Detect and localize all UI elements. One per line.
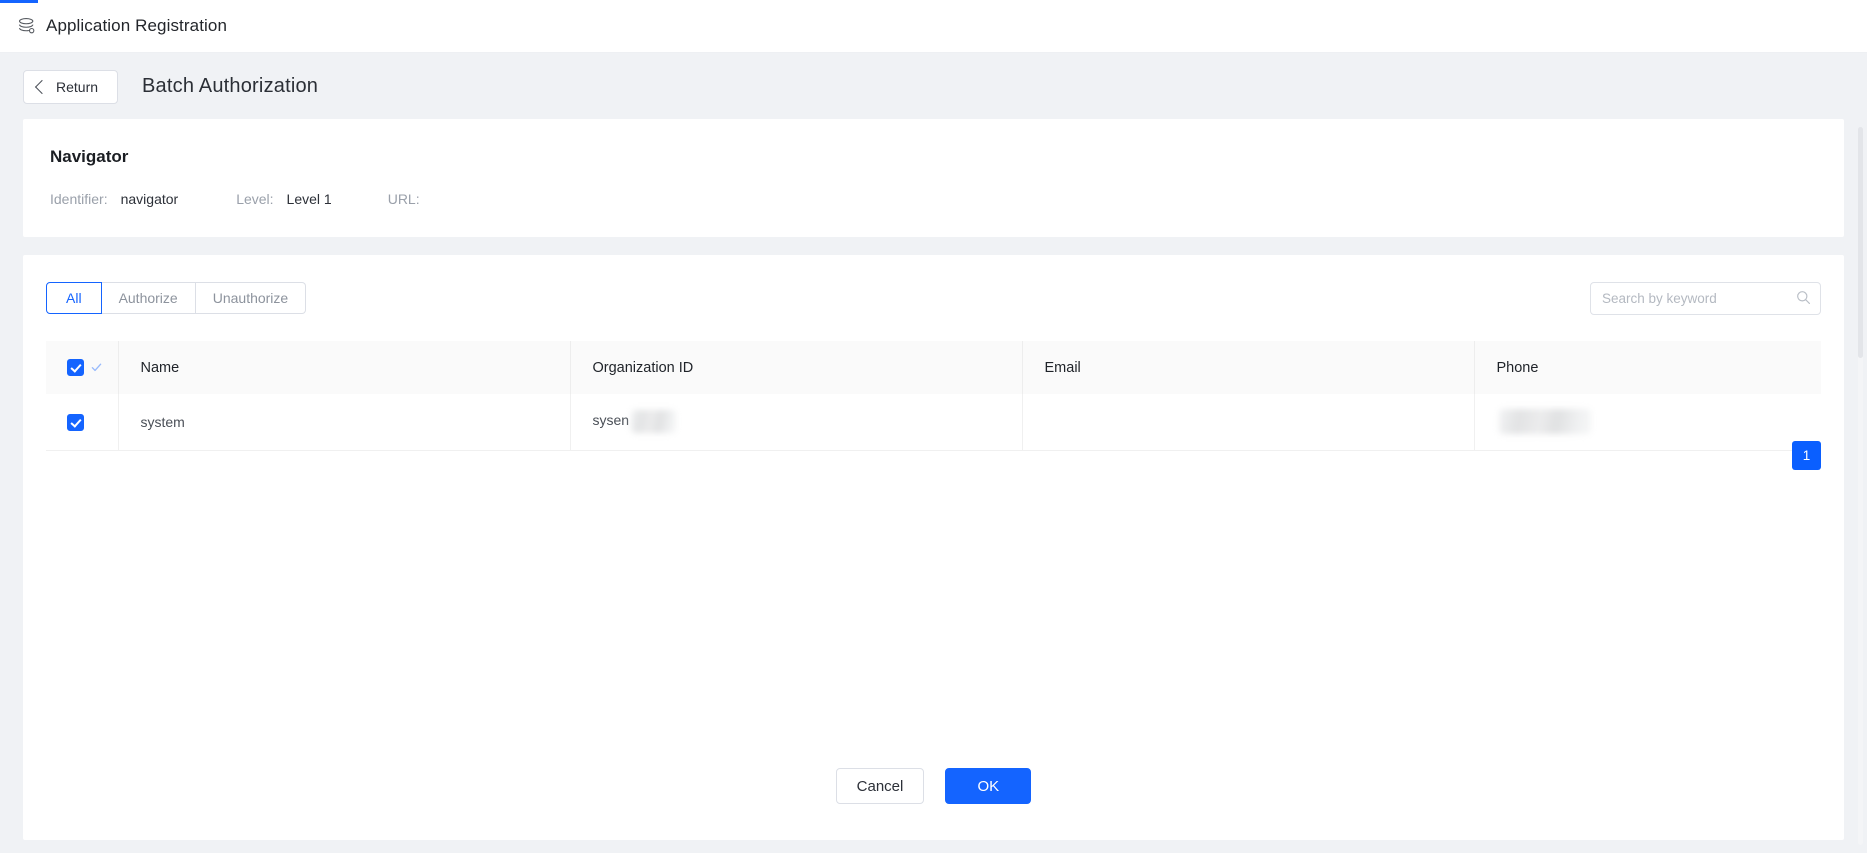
- pagination: 1: [1792, 441, 1821, 470]
- level-value: Level 1: [286, 191, 332, 207]
- column-header-email[interactable]: Email: [1022, 341, 1475, 394]
- cancel-button[interactable]: Cancel: [835, 768, 925, 804]
- cell-organization-id-text: sysen: [592, 412, 630, 429]
- select-all-checkbox[interactable]: [67, 359, 84, 376]
- content-scroll-area: Navigator Identifier: navigator Level: L…: [0, 119, 1867, 853]
- level-label: Level:: [236, 191, 274, 207]
- column-header-name[interactable]: Name: [118, 341, 571, 394]
- table-header-row: Name Organization ID Email Phone: [46, 341, 1821, 394]
- tab-unauthorize[interactable]: Unauthorize: [195, 282, 307, 314]
- vertical-scrollbar[interactable]: [1854, 119, 1867, 853]
- layers-stack-icon: [18, 18, 35, 34]
- row-select-cell: [46, 394, 119, 451]
- column-header-organization-id[interactable]: Organization ID: [570, 341, 1023, 394]
- app-title: Application Registration: [46, 16, 227, 35]
- table-body: system sysen: [46, 394, 1821, 451]
- identifier-label: Identifier:: [50, 191, 108, 207]
- table-row[interactable]: system sysen: [46, 394, 1821, 451]
- search-box: [1590, 281, 1821, 315]
- cell-phone: [1474, 394, 1821, 451]
- loading-bar-fill: [0, 0, 38, 3]
- search-input[interactable]: [1590, 281, 1821, 315]
- select-all-header-cell: [46, 341, 119, 394]
- sub-header-bar: Return Batch Authorization: [0, 54, 1867, 119]
- cell-organization-id: sysen: [570, 394, 1023, 451]
- level-field: Level: Level 1: [236, 191, 332, 207]
- column-header-phone[interactable]: Phone: [1474, 341, 1821, 394]
- tab-all[interactable]: All: [46, 282, 102, 314]
- authorization-table-card: All Authorize Unauthorize Search by keyw…: [23, 255, 1844, 840]
- return-button[interactable]: Return: [23, 69, 118, 104]
- page-loading-bar: [0, 0, 1867, 3]
- navigator-meta-row: Identifier: navigator Level: Level 1 URL…: [50, 191, 1817, 207]
- tab-authorize[interactable]: Authorize: [101, 282, 196, 314]
- dialog-footer-actions: Cancel OK: [23, 768, 1844, 804]
- check-mark-icon[interactable]: [91, 362, 102, 373]
- chevron-left-icon: [34, 79, 50, 94]
- cell-email: [1022, 394, 1475, 451]
- authorization-table: Name Organization ID Email Phone system …: [46, 341, 1821, 451]
- identifier-value: navigator: [120, 191, 179, 207]
- identifier-field: Identifier: navigator: [50, 191, 178, 207]
- cell-name: system: [118, 394, 571, 451]
- pagination-page-1[interactable]: 1: [1792, 441, 1821, 470]
- row-checkbox[interactable]: [67, 413, 84, 431]
- filter-tab-group: All Authorize Unauthorize: [46, 282, 307, 314]
- return-button-label: Return: [56, 78, 99, 95]
- url-field: URL:: [388, 191, 433, 207]
- app-header: Application Registration: [0, 0, 1867, 53]
- scrollbar-thumb[interactable]: [1858, 127, 1863, 358]
- table-head: Name Organization ID Email Phone: [46, 341, 1821, 394]
- navigator-name: Navigator: [50, 147, 129, 166]
- redacted-phone: [1498, 409, 1591, 435]
- table-toolbar: All Authorize Unauthorize: [46, 281, 1821, 315]
- redacted-organization-id: [631, 410, 677, 434]
- page-title: Batch Authorization: [142, 75, 319, 97]
- navigator-info-card: Navigator Identifier: navigator Level: L…: [23, 119, 1844, 237]
- application-window: Application Registration Return Batch Au…: [0, 0, 1867, 853]
- url-label: URL:: [387, 191, 420, 207]
- ok-button[interactable]: OK: [945, 768, 1032, 804]
